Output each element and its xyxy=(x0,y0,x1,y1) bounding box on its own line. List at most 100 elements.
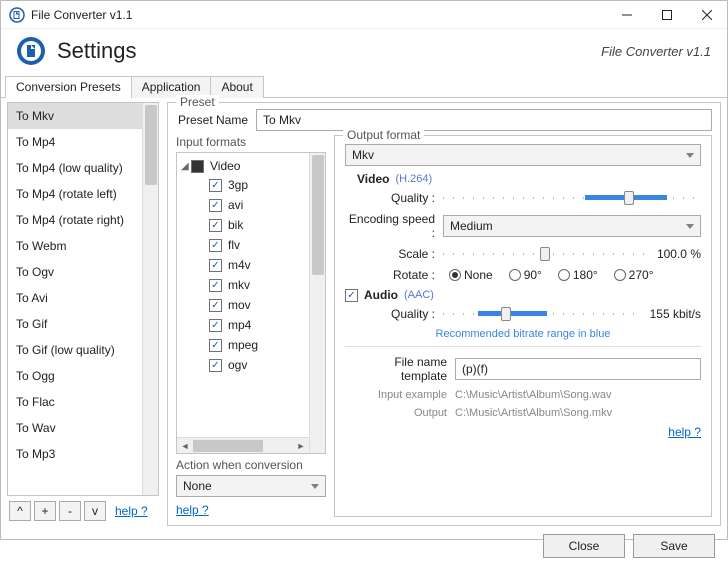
tree-item-checkbox[interactable]: ✓ xyxy=(209,339,222,352)
tree-expand-icon[interactable]: ◢ xyxy=(181,161,191,172)
action-help-link[interactable]: help ? xyxy=(176,503,209,517)
input-formats-label: Input formats xyxy=(176,135,326,149)
tree-item-checkbox[interactable]: ✓ xyxy=(209,279,222,292)
tree-item-label: 3gp xyxy=(228,178,248,192)
preset-item[interactable]: To Flac xyxy=(8,389,142,415)
app-version-label: File Converter v1.1 xyxy=(601,44,711,59)
preset-item[interactable]: To Ogg xyxy=(8,363,142,389)
app-icon xyxy=(9,7,25,23)
rotate-radio-label: 90° xyxy=(524,268,542,282)
preset-item[interactable]: To Wav xyxy=(8,415,142,441)
output-format-box: Output format Mkv Video (H.264) Quality … xyxy=(334,135,712,517)
video-quality-label: Quality : xyxy=(345,191,443,205)
tree-item-checkbox[interactable]: ✓ xyxy=(209,239,222,252)
tree-item-label: ogv xyxy=(228,358,247,372)
action-conversion-select[interactable]: None xyxy=(176,475,326,497)
scale-slider[interactable] xyxy=(443,246,647,262)
rotate-radio[interactable] xyxy=(509,269,521,281)
preset-item[interactable]: To Avi xyxy=(8,285,142,311)
tree-item-checkbox[interactable]: ✓ xyxy=(209,359,222,372)
tree-item-checkbox[interactable]: ✓ xyxy=(209,319,222,332)
preset-item[interactable]: To Ogv xyxy=(8,259,142,285)
preset-detail: Preset Preset Name Input formats ◢Video✓… xyxy=(159,102,721,526)
page-header: Settings File Converter v1.1 xyxy=(1,29,727,75)
preset-help-link[interactable]: help ? xyxy=(115,504,148,518)
preset-sidebar: To MkvTo Mp4To Mp4 (low quality)To Mp4 (… xyxy=(7,102,159,526)
audio-section-title: Audio xyxy=(364,288,398,302)
tree-root-checkbox[interactable] xyxy=(191,160,204,173)
preset-move-up-button[interactable]: ^ xyxy=(9,501,31,521)
audio-bitrate-value: 155 kbit/s xyxy=(650,307,701,321)
file-template-label: File name template xyxy=(345,355,455,383)
tree-root-label: Video xyxy=(210,159,240,173)
audio-quality-label: Quality : xyxy=(345,307,443,321)
tree-vscrollbar[interactable] xyxy=(309,153,325,453)
scale-label: Scale : xyxy=(345,247,443,261)
preset-item[interactable]: To Mp4 (low quality) xyxy=(8,155,142,181)
close-button[interactable]: Close xyxy=(543,534,625,558)
tree-item-checkbox[interactable]: ✓ xyxy=(209,179,222,192)
preset-remove-button[interactable]: - xyxy=(59,501,81,521)
preset-item[interactable]: To Mp4 xyxy=(8,129,142,155)
rotate-radio-label: 270° xyxy=(629,268,654,282)
rotate-radio-label: None xyxy=(464,268,493,282)
preset-name-input[interactable] xyxy=(256,109,712,131)
output-example-value: C:\Music\Artist\Album\Song.mkv xyxy=(455,407,612,419)
preset-item[interactable]: To Gif (low quality) xyxy=(8,337,142,363)
preset-list-buttons: ^ + - v help ? xyxy=(7,496,159,526)
maximize-button[interactable] xyxy=(647,1,687,29)
preset-item[interactable]: To Mp3 xyxy=(8,441,142,467)
tree-item-label: flv xyxy=(228,238,240,252)
hscroll-right-icon[interactable]: ► xyxy=(293,438,309,454)
video-quality-slider[interactable] xyxy=(443,190,701,206)
rotate-radio[interactable] xyxy=(558,269,570,281)
tree-item-checkbox[interactable]: ✓ xyxy=(209,299,222,312)
preset-item[interactable]: To Mkv xyxy=(8,103,142,129)
preset-move-down-button[interactable]: v xyxy=(84,501,106,521)
dialog-footer: Close Save xyxy=(1,526,727,566)
preset-list[interactable]: To MkvTo Mp4To Mp4 (low quality)To Mp4 (… xyxy=(7,102,159,496)
output-format-select[interactable]: Mkv xyxy=(345,144,701,166)
input-formats-tree[interactable]: ◢Video✓3gp✓avi✓bik✓flv✓m4v✓mkv✓mov✓mp4✓m… xyxy=(176,152,326,454)
close-window-button[interactable] xyxy=(687,1,727,29)
tree-item-checkbox[interactable]: ✓ xyxy=(209,219,222,232)
save-button[interactable]: Save xyxy=(633,534,715,558)
input-example-value: C:\Music\Artist\Album\Song.wav xyxy=(455,389,612,401)
rotate-radio-label: 180° xyxy=(573,268,598,282)
tree-item-label: mpeg xyxy=(228,338,258,352)
rotate-radio[interactable] xyxy=(449,269,461,281)
audio-quality-slider[interactable] xyxy=(443,306,640,322)
minimize-button[interactable] xyxy=(607,1,647,29)
preset-item[interactable]: To Webm xyxy=(8,233,142,259)
audio-enable-checkbox[interactable]: ✓ xyxy=(345,289,358,302)
output-example-label: Output xyxy=(345,407,455,419)
window-titlebar: File Converter v1.1 xyxy=(1,1,727,29)
tab-conversion-presets[interactable]: Conversion Presets xyxy=(5,76,132,98)
rotate-radio[interactable] xyxy=(614,269,626,281)
preset-item[interactable]: To Mp4 (rotate right) xyxy=(8,207,142,233)
tree-item-checkbox[interactable]: ✓ xyxy=(209,199,222,212)
encoding-speed-select[interactable]: Medium xyxy=(443,215,701,237)
tree-hscrollbar[interactable]: ◄ ► xyxy=(177,437,309,453)
hscroll-left-icon[interactable]: ◄ xyxy=(177,438,193,454)
window-title: File Converter v1.1 xyxy=(31,8,607,22)
preset-add-button[interactable]: + xyxy=(34,501,56,521)
tab-content: To MkvTo Mp4To Mp4 (low quality)To Mp4 (… xyxy=(1,98,727,526)
preset-item[interactable]: To Mp4 (rotate left) xyxy=(8,181,142,207)
tree-item-label: m4v xyxy=(228,258,251,272)
tree-item-label: bik xyxy=(228,218,243,232)
preset-item[interactable]: To Gif xyxy=(8,311,142,337)
rotate-label: Rotate : xyxy=(345,268,443,282)
rotate-radio-group: None 90° 180° 270° xyxy=(443,268,701,282)
tree-item-checkbox[interactable]: ✓ xyxy=(209,259,222,272)
tree-item-label: mov xyxy=(228,298,251,312)
bitrate-hint: Recommended bitrate range in blue xyxy=(345,328,701,340)
preset-legend: Preset xyxy=(176,95,219,109)
preset-name-label: Preset Name xyxy=(176,113,256,127)
file-template-input[interactable] xyxy=(455,358,701,380)
video-section-title: Video xyxy=(357,172,389,186)
tab-bar: Conversion Presets Application About xyxy=(1,75,727,98)
preset-list-scrollbar[interactable] xyxy=(142,103,158,495)
file-template-help-link[interactable]: help ? xyxy=(668,425,701,439)
input-example-label: Input example xyxy=(345,389,455,401)
